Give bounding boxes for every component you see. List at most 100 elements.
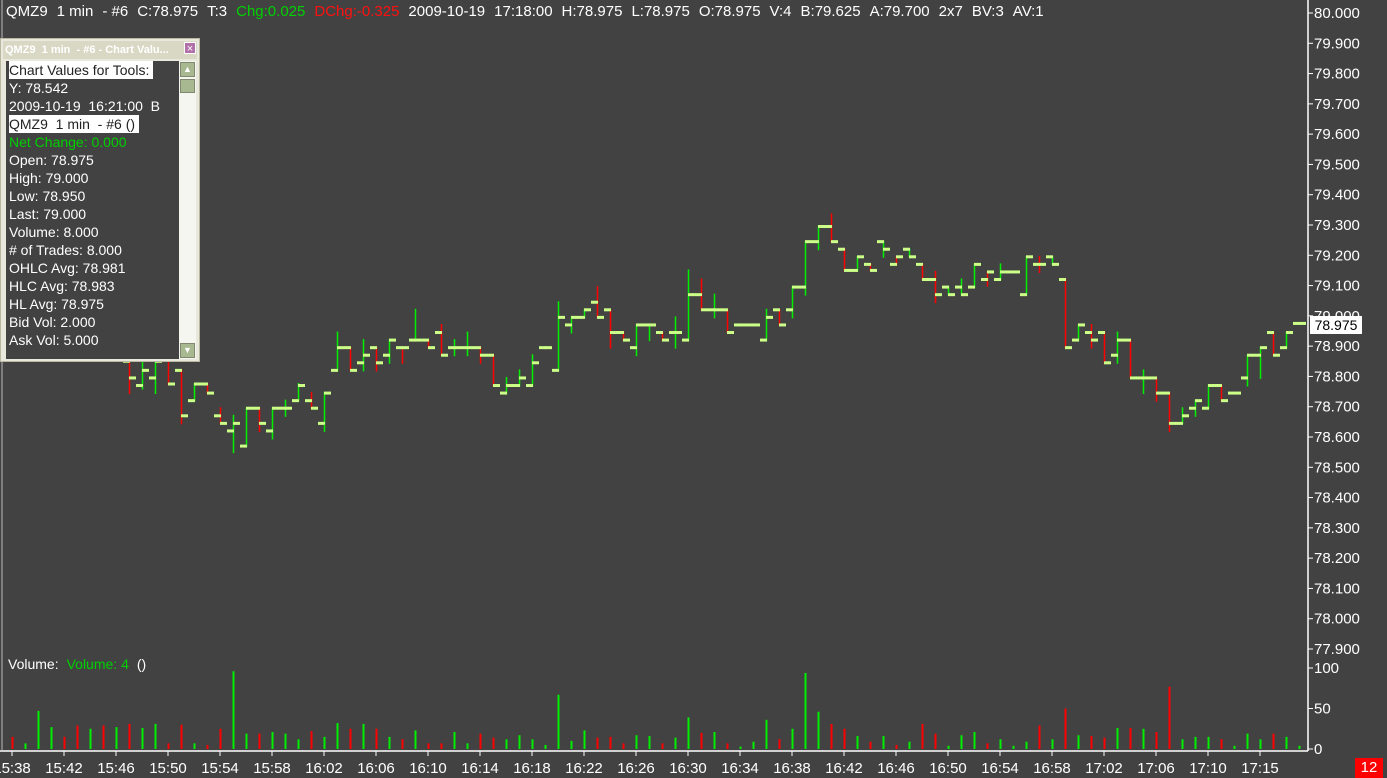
chart-values-list: Chart Values for Tools: Y: 78.542 2009-10-…	[6, 61, 179, 359]
ohlc-close-tick	[623, 338, 630, 342]
header-trades: T:3	[207, 3, 228, 20]
ohlc-open-tick	[1059, 278, 1066, 282]
ohlc-open-tick	[409, 338, 416, 342]
x-tick-label: 15:38	[0, 760, 31, 777]
header-high: H:78.975	[561, 3, 623, 20]
y-tick-label: 78.600	[1314, 429, 1360, 446]
ohlc-close-tick	[948, 293, 955, 297]
ohlc-close-tick	[389, 338, 396, 342]
ohlc-open-tick	[1176, 421, 1183, 425]
ohlc-open-tick	[968, 285, 975, 289]
price-chart[interactable]: 80.000 79.900 79.800 79.700 79.600 79.500 79.4…	[0, 0, 1387, 778]
ohlc-close-tick	[1039, 262, 1046, 266]
ohlc-open-tick	[578, 315, 585, 319]
close-icon[interactable]: ×	[184, 42, 196, 55]
header-daily-change: DChg:-0.325	[314, 3, 400, 20]
scroll-up-icon[interactable]: ▲	[180, 62, 195, 77]
ohlc-close-tick	[480, 353, 487, 357]
chart-value-text: 2009-10-19 16:21:00 B	[9, 98, 161, 114]
chart-value-text: High: 79.000	[9, 170, 89, 186]
ohlc-close-tick	[753, 323, 760, 327]
ohlc-close-tick	[558, 315, 565, 319]
scroll-thumb[interactable]	[180, 79, 195, 93]
ohlc-close-tick	[324, 391, 331, 395]
chart-value-text: Low: 78.950	[9, 188, 86, 204]
ohlc-close-tick	[766, 315, 773, 319]
ohlc-close-tick	[909, 255, 916, 259]
scrollbar[interactable]: ▲ ▼	[179, 61, 196, 359]
x-tick-label: 16:38	[773, 760, 811, 777]
y-tick-label: 78.100	[1314, 580, 1360, 597]
x-tick-label: 15:50	[149, 760, 187, 777]
ohlc-open-tick	[1293, 321, 1300, 325]
ohlc-open-tick	[318, 421, 325, 425]
ohlc-open-tick	[149, 376, 156, 380]
ohlc-open-tick	[799, 285, 806, 289]
ohlc-open-tick	[279, 406, 286, 410]
ohlc-open-tick	[500, 391, 507, 395]
chart-value-text: QMZ9 1 min - #6 ()	[9, 115, 140, 133]
ohlc-close-tick	[974, 262, 981, 266]
ohlc-close-tick	[844, 268, 851, 272]
ohlc-open-tick	[864, 262, 871, 266]
ohlc-open-tick	[916, 262, 923, 266]
header-interval: 1 min	[56, 3, 94, 20]
y-tick-label: 78.200	[1314, 550, 1360, 567]
ohlc-open-tick	[695, 293, 702, 297]
ohlc-close-tick	[987, 270, 994, 274]
ohlc-open-tick	[227, 429, 234, 433]
ohlc-close-tick	[1117, 338, 1124, 342]
ohlc-open-tick	[240, 444, 247, 448]
volume-legend: Volume: Volume: 4 ()	[8, 656, 154, 672]
ohlc-open-tick	[422, 338, 429, 342]
ohlc-open-tick	[656, 331, 663, 335]
ohlc-open-tick	[448, 346, 455, 350]
ohlc-close-tick	[181, 414, 188, 418]
ohlc-close-tick	[636, 323, 643, 327]
ohlc-close-tick	[1195, 399, 1202, 403]
header-size: 2x7	[938, 3, 963, 20]
ohlc-open-tick	[877, 240, 884, 244]
chart-value-text: Chart Values for Tools:	[9, 61, 154, 79]
ohlc-close-tick	[1091, 338, 1098, 342]
volume-y-tick-label: 0	[1314, 741, 1322, 758]
y-tick-label: 78.500	[1314, 459, 1360, 476]
ohlc-open-tick	[747, 323, 754, 327]
x-tick-label: 17:06	[1137, 760, 1175, 777]
ohlc-close-tick	[376, 361, 383, 365]
chart-value-text: HL Avg: 78.975	[9, 296, 104, 312]
ohlc-close-tick	[532, 361, 539, 365]
ohlc-close-tick	[441, 353, 448, 357]
ohlc-open-tick	[786, 308, 793, 312]
alert-count-badge[interactable]: 12	[1355, 758, 1383, 778]
ohlc-close-tick	[493, 384, 500, 388]
chart-value-line: Low: 78.950	[6, 187, 179, 205]
ohlc-open-tick	[812, 240, 819, 244]
ohlc-close-tick	[688, 293, 695, 297]
y-tick-label: 79.100	[1314, 278, 1360, 295]
ohlc-open-tick	[643, 323, 650, 327]
ohlc-close-tick	[402, 346, 409, 350]
ohlc-open-tick	[461, 346, 468, 350]
ohlc-open-tick	[1254, 353, 1261, 357]
x-tick-label: 16:10	[409, 760, 447, 777]
chart-values-window-title[interactable]: QMZ9 1 min - #6 - Chart Valu...	[3, 41, 197, 59]
chart-value-text: Open: 78.975	[9, 152, 94, 168]
ohlc-close-tick	[883, 247, 890, 251]
ohlc-close-tick	[831, 240, 838, 244]
ohlc-open-tick	[1267, 331, 1274, 335]
ohlc-close-tick	[740, 323, 747, 327]
x-tick-label: 17:10	[1189, 760, 1227, 777]
ohlc-close-tick	[896, 255, 903, 259]
chart-values-window[interactable]: QMZ9 1 min - #6 - Chart Valu... × Chart …	[0, 38, 200, 362]
ohlc-open-tick	[188, 399, 195, 403]
y-tick-label: 79.300	[1314, 217, 1360, 234]
x-tick-label: 16:46	[877, 760, 915, 777]
ohlc-close-tick	[467, 346, 474, 350]
scroll-down-icon[interactable]: ▼	[180, 343, 195, 358]
volume-y-tick-label: 100	[1314, 660, 1339, 677]
header-close: C:78.975	[137, 3, 199, 20]
ohlc-open-tick	[1215, 384, 1222, 388]
ohlc-open-tick	[1228, 391, 1235, 395]
ohlc-close-tick	[1208, 384, 1215, 388]
